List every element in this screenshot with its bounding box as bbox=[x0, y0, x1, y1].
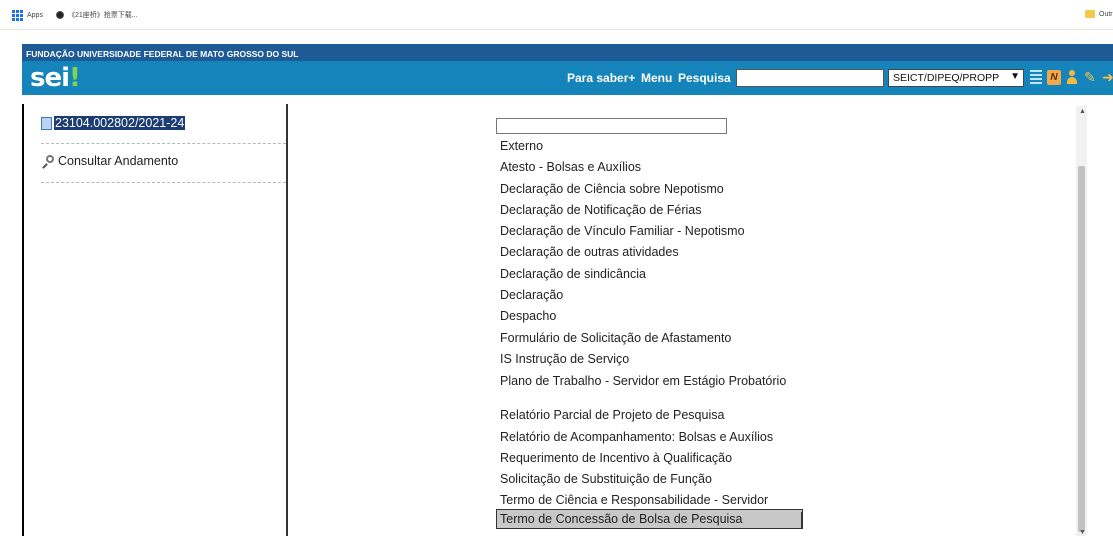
document-type-option[interactable]: IS Instrução de Serviço bbox=[500, 349, 830, 370]
nav-saber-mais[interactable]: Para saber+ bbox=[567, 71, 635, 85]
unit-select[interactable]: SEICT/DIPEQ/PROPP ▼ bbox=[888, 69, 1024, 87]
document-type-option[interactable]: Externo bbox=[500, 136, 830, 157]
scrollbar-thumb[interactable] bbox=[1078, 166, 1085, 532]
vertical-scrollbar[interactable]: ▲ ▼ bbox=[1076, 106, 1087, 536]
site-favicon-icon bbox=[56, 11, 64, 19]
document-type-option[interactable]: Relatório de Acompanhamento: Bolsas e Au… bbox=[500, 427, 830, 448]
document-type-list: Externo Atesto - Bolsas e Auxílios Decla… bbox=[496, 136, 830, 529]
list-icon[interactable] bbox=[1030, 70, 1044, 85]
logo-accent: ! bbox=[69, 63, 81, 93]
bookmark-site-label: 《21座桥》抢票下载... bbox=[68, 12, 138, 19]
magnifier-icon bbox=[41, 154, 54, 169]
scroll-up-arrow-icon[interactable]: ▲ bbox=[1079, 108, 1086, 115]
sei-header: sei! Para saber+ Menu Pesquisa SEICT/DIP… bbox=[22, 61, 1113, 95]
divider bbox=[41, 143, 286, 144]
bookmark-other-label: Outr bbox=[1099, 10, 1113, 18]
document-type-option[interactable]: Atesto - Bolsas e Auxílios bbox=[500, 157, 830, 178]
unit-select-value: SEICT/DIPEQ/PROPP bbox=[893, 72, 1000, 84]
process-number: 23104.002802/2021-24 bbox=[54, 116, 186, 130]
tools-icon[interactable]: ✎ bbox=[1084, 70, 1098, 85]
institution-name: FUNDAÇÃO UNIVERSIDADE FEDERAL DE MATO GR… bbox=[26, 49, 299, 59]
document-type-option[interactable]: Formulário de Solicitação de Afastamento bbox=[500, 328, 830, 349]
divider bbox=[41, 182, 286, 183]
nav-pesquisa[interactable]: Pesquisa bbox=[678, 71, 731, 85]
document-type-option[interactable]: Relatório Parcial de Projeto de Pesquisa bbox=[500, 405, 830, 426]
document-type-option[interactable]: Declaração bbox=[500, 285, 830, 306]
nav-menu[interactable]: Menu bbox=[641, 71, 672, 85]
sei-logo[interactable]: sei! bbox=[30, 63, 81, 93]
notification-n-icon[interactable]: N bbox=[1047, 70, 1061, 85]
document-type-option[interactable]: Declaração de Notificação de Férias bbox=[500, 200, 830, 221]
institution-bar: FUNDAÇÃO UNIVERSIDADE FEDERAL DE MATO GR… bbox=[22, 44, 1113, 61]
user-icon[interactable] bbox=[1065, 70, 1079, 85]
document-type-option[interactable]: Plano de Trabalho - Servidor em Estágio … bbox=[500, 370, 790, 405]
text-cursor bbox=[801, 512, 802, 528]
scroll-down-arrow-icon[interactable]: ▼ bbox=[1079, 529, 1086, 536]
process-link[interactable]: 23104.002802/2021-24 bbox=[41, 116, 186, 130]
document-type-option[interactable]: Despacho bbox=[500, 306, 830, 327]
document-type-option[interactable]: Declaração de Vínculo Familiar - Nepotis… bbox=[500, 221, 830, 242]
panel-splitter[interactable] bbox=[286, 104, 288, 536]
bookmark-site[interactable]: 《21座桥》抢票下载... bbox=[56, 10, 138, 20]
document-type-option-selected[interactable]: Termo de Concessão de Bolsa de Pesquisa bbox=[496, 509, 803, 529]
chevron-down-icon: ▼ bbox=[1010, 71, 1020, 82]
document-type-option[interactable]: Requerimento de Incentivo à Qualificação bbox=[500, 448, 830, 469]
apps-grid-icon bbox=[12, 10, 23, 21]
document-type-option[interactable]: Declaração de outras atividades bbox=[500, 242, 830, 263]
folder-icon bbox=[1085, 10, 1095, 18]
logo-text: sei bbox=[30, 63, 70, 93]
process-folder-icon bbox=[41, 116, 52, 130]
document-type-filter-input[interactable] bbox=[496, 118, 727, 134]
document-type-option[interactable]: Declaração de sindicância bbox=[500, 264, 830, 285]
bookmark-apps[interactable]: Apps bbox=[12, 10, 43, 21]
document-type-option[interactable]: Solicitação de Substituição de Função bbox=[500, 469, 830, 490]
consult-andamento-label: Consultar Andamento bbox=[58, 154, 179, 168]
process-tree-panel: 23104.002802/2021-24 Consultar Andamento bbox=[22, 104, 288, 536]
consult-andamento-link[interactable]: Consultar Andamento bbox=[41, 154, 179, 169]
search-input[interactable] bbox=[736, 69, 884, 87]
bookmark-other[interactable]: Outr bbox=[1085, 10, 1113, 18]
exit-icon[interactable]: ➜ bbox=[1102, 70, 1113, 85]
bookmark-apps-label: Apps bbox=[27, 12, 43, 19]
document-type-option[interactable]: Declaração de Ciência sobre Nepotismo bbox=[500, 179, 830, 200]
bookmarks-bar: Apps 《21座桥》抢票下载... Outr bbox=[0, 0, 1113, 30]
